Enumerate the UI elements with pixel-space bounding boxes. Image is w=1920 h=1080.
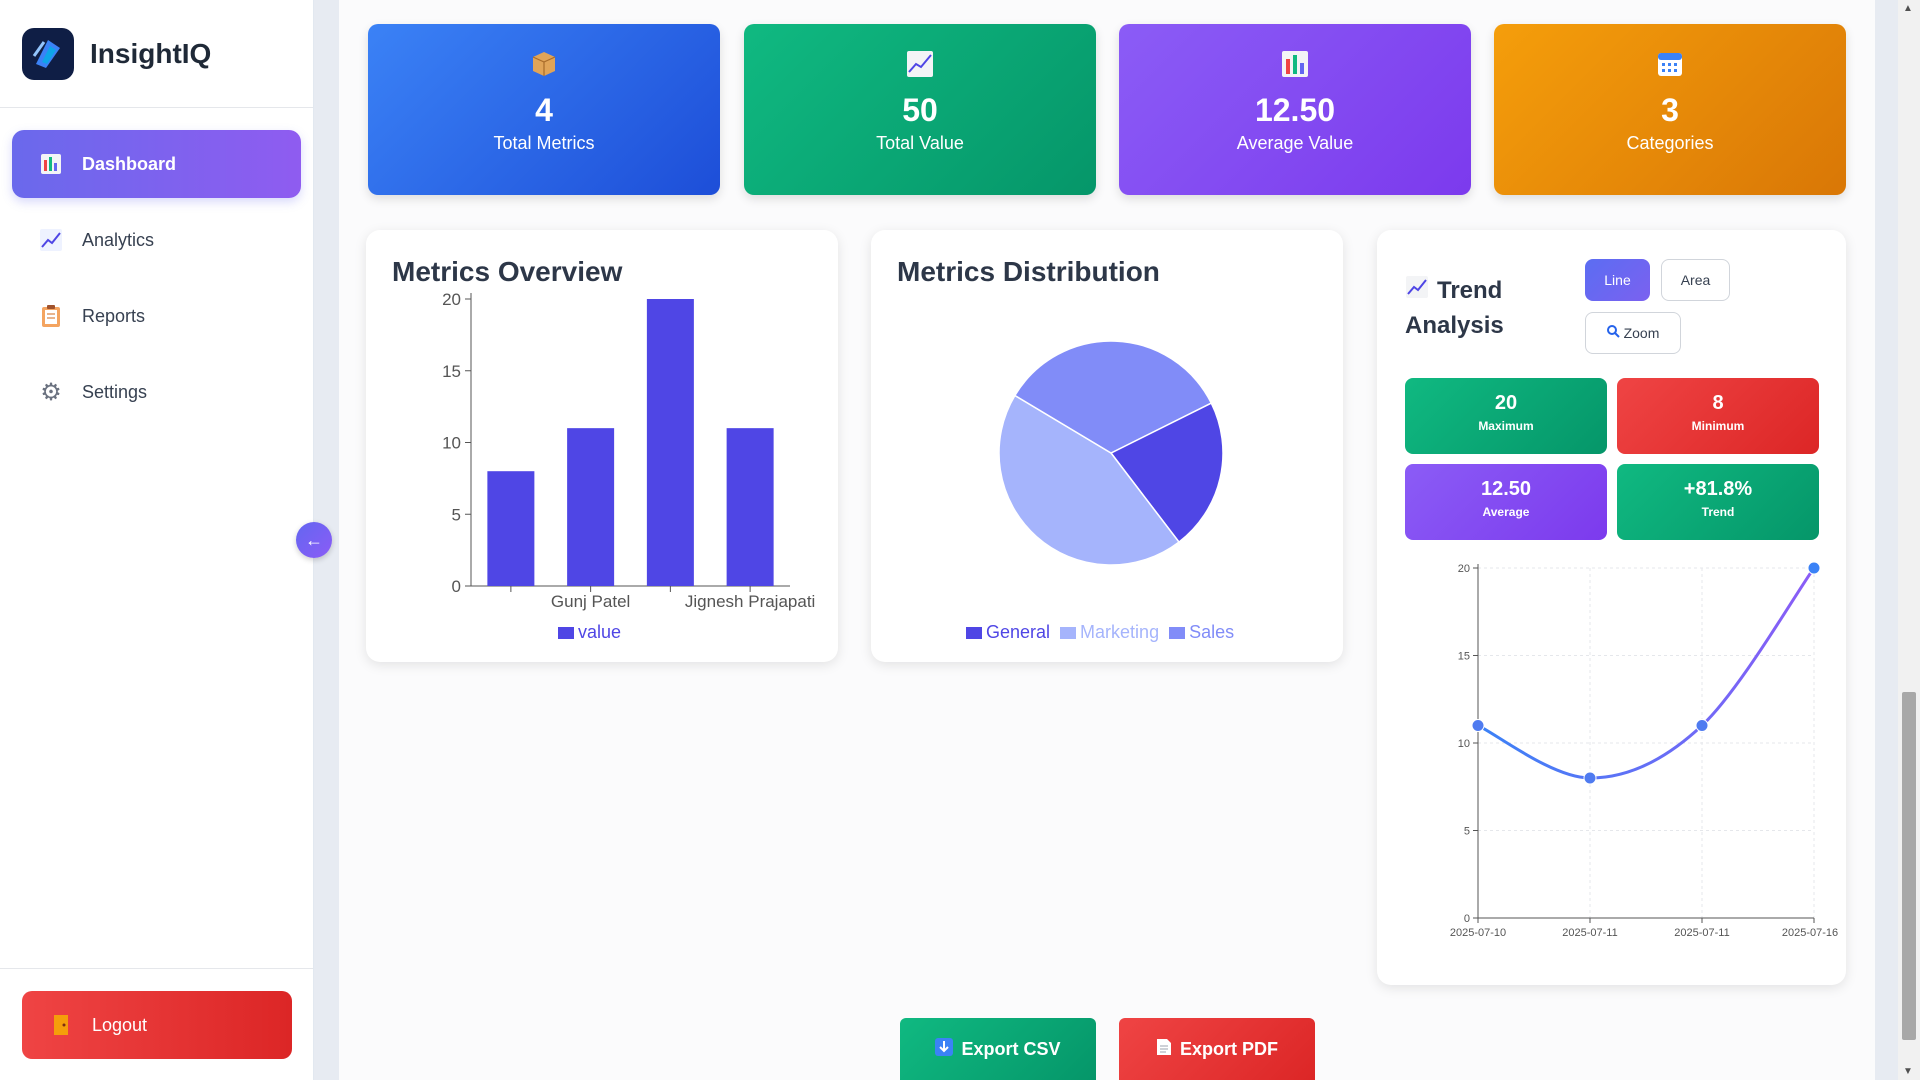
bar	[726, 428, 774, 586]
sidebar-item-label: Settings	[82, 381, 148, 402]
x-tick-label: Jignesh Prajapati	[685, 592, 815, 611]
bar-chart-legend: value	[558, 622, 621, 643]
y-tick-label: 15	[1458, 651, 1470, 663]
line-point	[1695, 719, 1709, 732]
sidebar-item-analytics[interactable]: Analytics	[12, 206, 301, 274]
y-tick-label: 5	[452, 505, 461, 524]
metrics-distribution-panel: Metrics Distribution General Marketing S…	[871, 230, 1343, 662]
export-csv-label: Export CSV	[961, 1038, 1061, 1059]
trend-line	[1477, 567, 1816, 780]
line-point	[1583, 771, 1597, 785]
export-csv-button[interactable]: Export CSV	[900, 1018, 1096, 1080]
stat-value: 50	[902, 92, 938, 128]
y-tick-label: 10	[442, 434, 461, 453]
legend-swatch	[1060, 626, 1077, 639]
bar-chart: 0 5 10 15 20 Gunj Patel Jignesh Prajapati	[442, 290, 815, 611]
sidebar-item-label: Reports	[82, 305, 146, 326]
sidebar-footer: Logout	[0, 968, 313, 1080]
bar	[646, 299, 694, 586]
chart-up-icon	[744, 50, 1096, 84]
stat-label: Total Value	[876, 133, 964, 153]
stat-value: 12.50	[1254, 92, 1336, 128]
package-icon	[368, 50, 720, 84]
bar-chart-icon	[1119, 50, 1471, 84]
sidebar-item-reports[interactable]: Reports	[12, 282, 301, 350]
calendar-icon	[1494, 50, 1846, 84]
line-point	[1807, 561, 1821, 575]
sidebar: InsightIQ Dashboard Analytics Reports ⚙ …	[0, 0, 314, 1080]
pie-chart	[998, 340, 1224, 566]
collapse-sidebar-button[interactable]: ←	[296, 522, 332, 558]
y-tick-label: 0	[1464, 913, 1470, 925]
stat-card-total-metrics: 4 Total Metrics	[368, 24, 720, 195]
sidebar-item-dashboard[interactable]: Dashboard	[12, 130, 301, 198]
x-tick-label: 2025-07-11	[1562, 927, 1617, 939]
bar	[487, 471, 535, 586]
app-name: InsightIQ	[90, 37, 212, 69]
stat-label: Average Value	[1236, 133, 1354, 153]
sidebar-item-label: Dashboard	[82, 153, 177, 174]
line-point	[1471, 719, 1485, 732]
stat-card-total-value: 50 Total Value	[744, 24, 1096, 195]
legend-label: value	[578, 622, 622, 642]
stat-card-categories: 3 Categories	[1494, 24, 1846, 195]
legend-item-general[interactable]: General	[966, 622, 1050, 643]
y-tick-label: 20	[1458, 563, 1470, 575]
y-tick-label: 10	[1458, 738, 1470, 750]
stat-value: 3	[1661, 92, 1679, 128]
y-tick-label: 20	[442, 290, 461, 309]
logout-button[interactable]: Logout	[22, 991, 292, 1059]
sidebar-nav: Dashboard Analytics Reports ⚙ Settings	[0, 108, 313, 426]
sidebar-item-settings[interactable]: ⚙ Settings	[12, 358, 301, 426]
legend-swatch	[558, 626, 574, 639]
y-tick-label: 15	[442, 362, 461, 381]
legend-item[interactable]: value	[558, 622, 621, 643]
legend-swatch	[1169, 626, 1186, 639]
document-icon	[1156, 1038, 1172, 1061]
clipboard-icon	[38, 303, 64, 329]
scroll-down-icon[interactable]: ▼	[1903, 1066, 1913, 1077]
stat-card-average-value: 12.50 Average Value	[1119, 24, 1471, 195]
x-tick-label: 2025-07-10	[1450, 927, 1506, 939]
brand: InsightIQ	[0, 0, 313, 108]
x-tick-label: 2025-07-16	[1782, 927, 1838, 939]
legend-swatch	[966, 626, 982, 639]
trend-analysis-panel: Trend Analysis Line Area Zoom 20 Maximum…	[1377, 230, 1846, 985]
x-tick-label: 2025-07-11	[1674, 927, 1729, 939]
line-chart-icon	[38, 227, 64, 253]
stat-value: 4	[535, 92, 553, 128]
download-icon	[935, 1037, 954, 1061]
legend-item-marketing[interactable]: Marketing	[1060, 622, 1159, 643]
metrics-overview-panel: Metrics Overview 0 5 10 15 20 Gunj Patel Jigne…	[366, 230, 838, 662]
sidebar-item-label: Analytics	[82, 229, 155, 250]
scroll-thumb[interactable]	[1902, 692, 1916, 1040]
pie-chart-legend: General Marketing Sales	[966, 622, 1234, 643]
y-tick-label: 5	[1464, 826, 1470, 838]
legend-item-sales[interactable]: Sales	[1169, 622, 1234, 643]
app-logo[interactable]	[22, 27, 74, 80]
export-pdf-label: Export PDF	[1179, 1038, 1278, 1059]
stat-label: Categories	[1626, 133, 1714, 153]
door-icon	[48, 1012, 74, 1038]
y-tick-label: 0	[452, 577, 461, 596]
main-content: 4 Total Metrics 50 Total Value 12.50 Ave…	[339, 0, 1875, 1080]
legend-label: Sales	[1189, 622, 1235, 642]
trend-line-chart: 0 5 10 15 20 2025-07-10 2025-07-11 2025-07-11 20…	[1450, 561, 1838, 939]
scroll-up-icon[interactable]: ▲	[1903, 3, 1913, 14]
export-pdf-button[interactable]: Export PDF	[1119, 1018, 1315, 1080]
x-tick-label: Gunj Patel	[551, 592, 630, 611]
page-scrollbar[interactable]: ▲ ▼	[1898, 0, 1920, 1080]
logout-label: Logout	[92, 1014, 148, 1035]
gear-icon: ⚙	[40, 378, 62, 406]
bar-chart-icon	[38, 151, 64, 177]
stat-label: Total Metrics	[493, 133, 595, 153]
legend-label: General	[986, 622, 1051, 642]
bar	[567, 428, 615, 586]
legend-label: Marketing	[1080, 622, 1160, 642]
